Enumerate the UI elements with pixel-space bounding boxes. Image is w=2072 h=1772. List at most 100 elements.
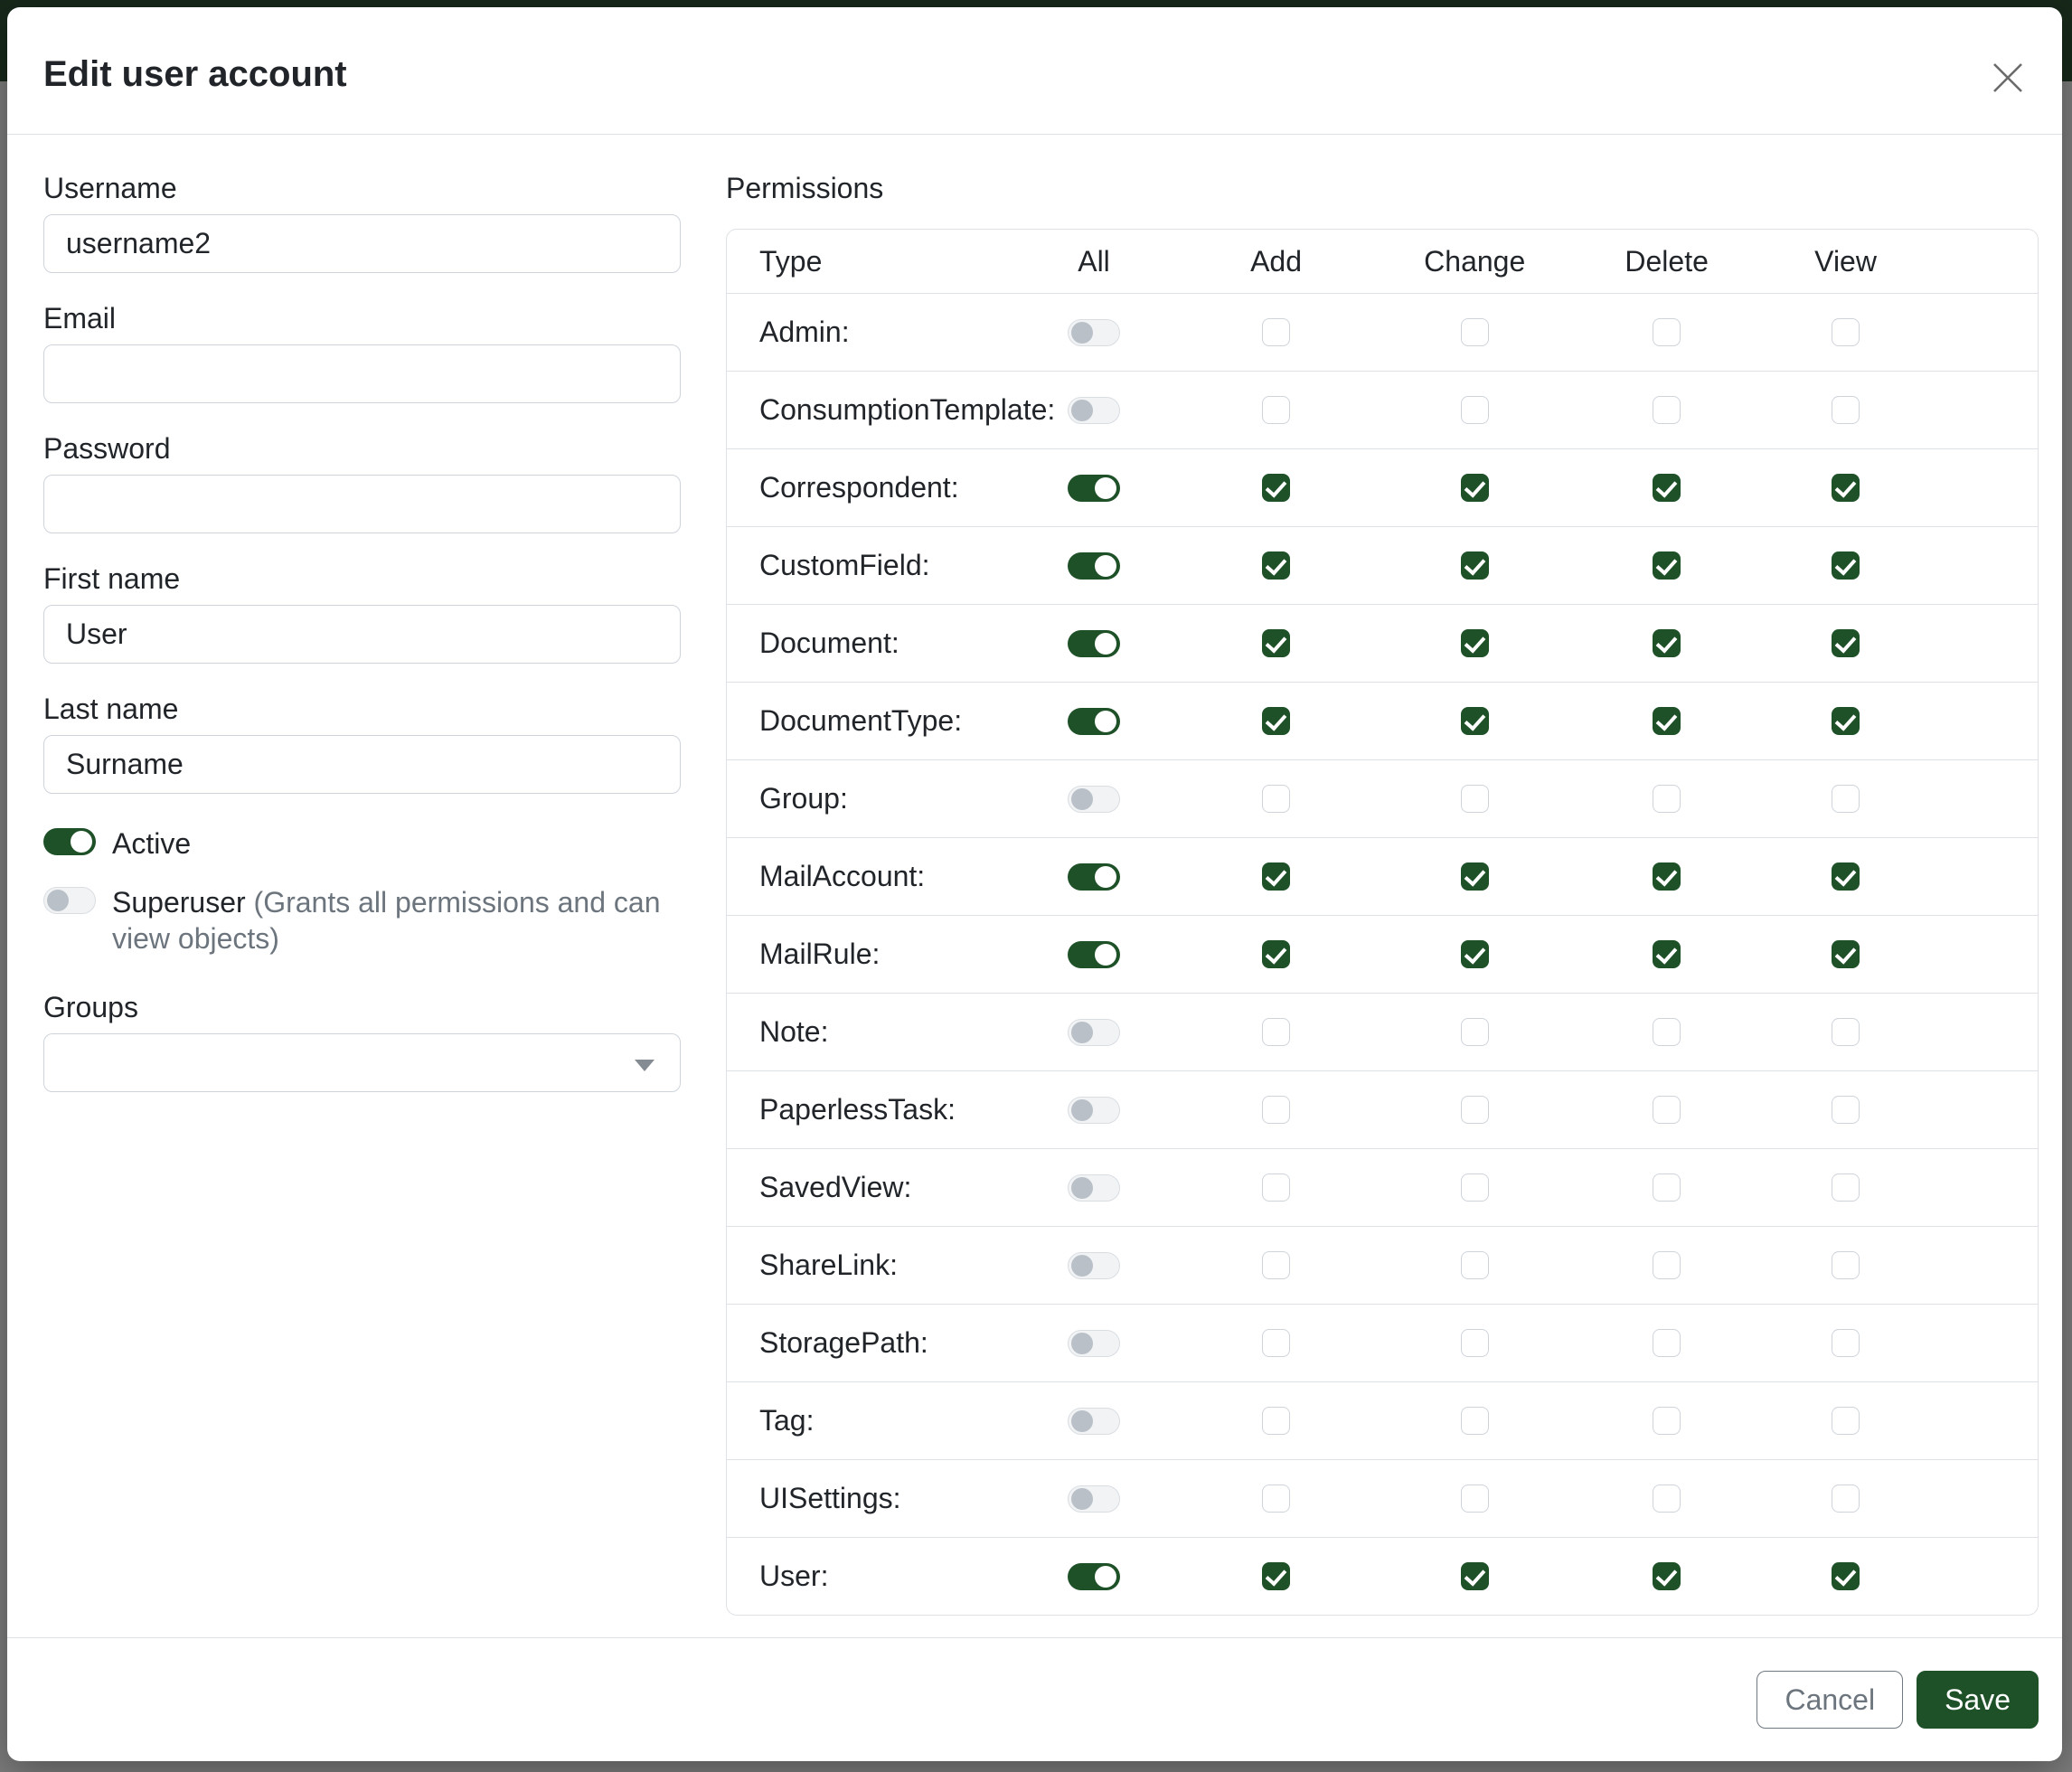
permission-delete-checkbox[interactable] — [1653, 1251, 1681, 1279]
permission-add-checkbox[interactable] — [1262, 1018, 1290, 1046]
permission-delete-checkbox[interactable] — [1653, 1173, 1681, 1202]
permission-change-checkbox[interactable] — [1461, 1018, 1489, 1046]
permission-change-checkbox[interactable] — [1461, 1562, 1489, 1590]
permission-view-checkbox[interactable] — [1832, 1251, 1860, 1279]
permission-add-checkbox[interactable] — [1262, 940, 1290, 968]
permission-view-checkbox[interactable] — [1832, 862, 1860, 891]
cancel-button[interactable]: Cancel — [1756, 1671, 1903, 1729]
permission-view-checkbox[interactable] — [1832, 396, 1860, 424]
permission-delete-checkbox[interactable] — [1653, 1018, 1681, 1046]
permission-delete-checkbox[interactable] — [1653, 940, 1681, 968]
permission-view-checkbox[interactable] — [1832, 707, 1860, 735]
permission-view-checkbox[interactable] — [1832, 1018, 1860, 1046]
permission-all-toggle[interactable] — [1068, 1174, 1120, 1202]
permission-delete-checkbox[interactable] — [1653, 474, 1681, 502]
permission-change-checkbox[interactable] — [1461, 551, 1489, 580]
permission-delete-checkbox[interactable] — [1653, 1096, 1681, 1124]
permission-delete-checkbox[interactable] — [1653, 629, 1681, 657]
permission-delete-checkbox[interactable] — [1653, 551, 1681, 580]
permission-change-checkbox[interactable] — [1461, 707, 1489, 735]
permission-change-checkbox[interactable] — [1461, 318, 1489, 346]
permission-add-checkbox[interactable] — [1262, 474, 1290, 502]
permission-view-checkbox[interactable] — [1832, 1096, 1860, 1124]
permission-all-toggle[interactable] — [1068, 319, 1120, 346]
permission-all-toggle[interactable] — [1068, 1330, 1120, 1357]
permission-all-toggle[interactable] — [1068, 1408, 1120, 1435]
permission-add-checkbox[interactable] — [1262, 1485, 1290, 1513]
permission-add-checkbox[interactable] — [1262, 785, 1290, 813]
superuser-toggle[interactable] — [43, 887, 96, 914]
permission-view-checkbox[interactable] — [1832, 785, 1860, 813]
permission-all-toggle[interactable] — [1068, 475, 1120, 502]
permission-change-checkbox[interactable] — [1461, 474, 1489, 502]
username-input[interactable] — [43, 214, 681, 273]
permission-change-checkbox[interactable] — [1461, 629, 1489, 657]
permission-view-checkbox[interactable] — [1832, 940, 1860, 968]
permission-all-toggle[interactable] — [1068, 786, 1120, 813]
email-input[interactable] — [43, 344, 681, 403]
permission-view-checkbox[interactable] — [1832, 551, 1860, 580]
permission-row: Tag: — [727, 1381, 2038, 1459]
permission-view-checkbox[interactable] — [1832, 1562, 1860, 1590]
permission-add-checkbox[interactable] — [1262, 1173, 1290, 1202]
permission-view-checkbox[interactable] — [1832, 629, 1860, 657]
permission-change-checkbox[interactable] — [1461, 785, 1489, 813]
permission-add-checkbox[interactable] — [1262, 707, 1290, 735]
permission-all-toggle[interactable] — [1068, 708, 1120, 735]
permission-change-checkbox[interactable] — [1461, 1251, 1489, 1279]
permission-add-checkbox[interactable] — [1262, 396, 1290, 424]
column-header-add: Add — [1179, 245, 1373, 278]
permission-delete-checkbox[interactable] — [1653, 862, 1681, 891]
permission-view-checkbox[interactable] — [1832, 474, 1860, 502]
permission-add-checkbox[interactable] — [1262, 629, 1290, 657]
permission-all-toggle[interactable] — [1068, 941, 1120, 968]
permission-delete-checkbox[interactable] — [1653, 1329, 1681, 1357]
permission-delete-checkbox[interactable] — [1653, 707, 1681, 735]
permission-all-toggle[interactable] — [1068, 1019, 1120, 1046]
permission-change-checkbox[interactable] — [1461, 1485, 1489, 1513]
permission-view-checkbox[interactable] — [1832, 1407, 1860, 1435]
permission-delete-checkbox[interactable] — [1653, 1485, 1681, 1513]
last-name-input[interactable] — [43, 735, 681, 794]
permission-add-checkbox[interactable] — [1262, 1329, 1290, 1357]
permission-add-checkbox[interactable] — [1262, 1096, 1290, 1124]
permission-view-checkbox[interactable] — [1832, 318, 1860, 346]
save-button[interactable]: Save — [1917, 1671, 2039, 1729]
permission-change-checkbox[interactable] — [1461, 1173, 1489, 1202]
permission-row: Note: — [727, 993, 2038, 1070]
permission-all-toggle[interactable] — [1068, 552, 1120, 580]
permission-change-checkbox[interactable] — [1461, 862, 1489, 891]
permission-view-checkbox[interactable] — [1832, 1329, 1860, 1357]
active-toggle[interactable] — [43, 828, 96, 855]
permission-add-checkbox[interactable] — [1262, 551, 1290, 580]
permission-add-checkbox[interactable] — [1262, 1251, 1290, 1279]
permission-add-checkbox[interactable] — [1262, 318, 1290, 346]
permission-all-toggle[interactable] — [1068, 1097, 1120, 1124]
permission-delete-checkbox[interactable] — [1653, 396, 1681, 424]
first-name-input[interactable] — [43, 605, 681, 664]
permission-all-toggle[interactable] — [1068, 630, 1120, 657]
permission-all-toggle[interactable] — [1068, 863, 1120, 891]
permission-add-checkbox[interactable] — [1262, 1562, 1290, 1590]
permission-change-checkbox[interactable] — [1461, 1329, 1489, 1357]
permission-delete-checkbox[interactable] — [1653, 1407, 1681, 1435]
edit-user-modal: Edit user account Username Email Passwor… — [7, 7, 2062, 1761]
password-input[interactable] — [43, 475, 681, 533]
permission-delete-checkbox[interactable] — [1653, 318, 1681, 346]
permission-change-checkbox[interactable] — [1461, 396, 1489, 424]
permission-change-checkbox[interactable] — [1461, 1407, 1489, 1435]
permission-change-checkbox[interactable] — [1461, 940, 1489, 968]
permission-all-toggle[interactable] — [1068, 1485, 1120, 1513]
permission-add-checkbox[interactable] — [1262, 1407, 1290, 1435]
permission-delete-checkbox[interactable] — [1653, 1562, 1681, 1590]
close-button[interactable] — [1990, 60, 2026, 96]
permission-view-checkbox[interactable] — [1832, 1485, 1860, 1513]
permission-all-toggle[interactable] — [1068, 1252, 1120, 1279]
groups-select[interactable] — [43, 1033, 681, 1092]
permission-all-toggle[interactable] — [1068, 1563, 1120, 1590]
permission-change-checkbox[interactable] — [1461, 1096, 1489, 1124]
permission-delete-checkbox[interactable] — [1653, 785, 1681, 813]
permission-all-toggle[interactable] — [1068, 397, 1120, 424]
permission-view-checkbox[interactable] — [1832, 1173, 1860, 1202]
permission-add-checkbox[interactable] — [1262, 862, 1290, 891]
